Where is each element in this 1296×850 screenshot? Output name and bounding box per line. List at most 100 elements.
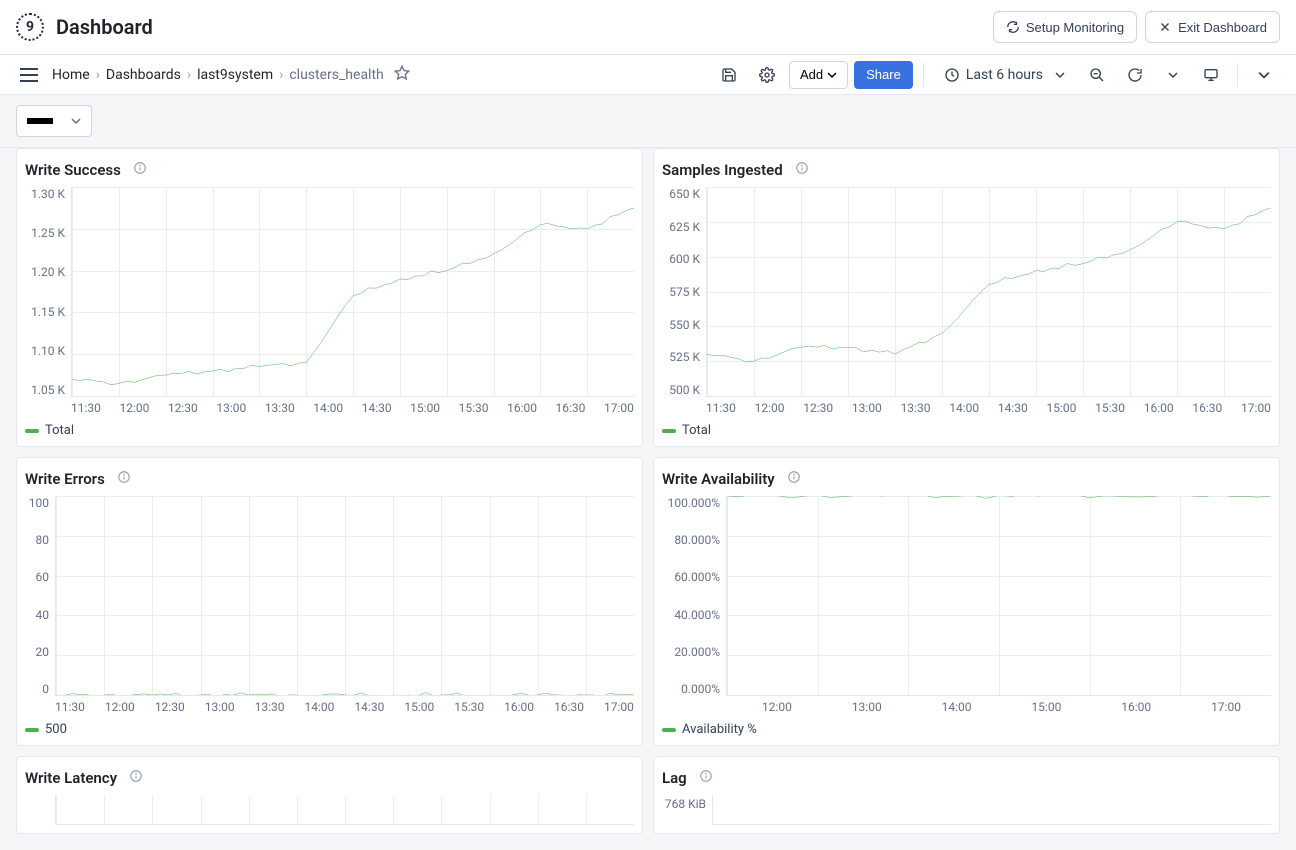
y-tick: 60 <box>25 570 49 584</box>
y-tick: 768 KiB <box>662 797 706 811</box>
panel-title: Lag <box>662 769 687 787</box>
x-tick: 16:00 <box>507 401 537 415</box>
settings-button[interactable] <box>751 59 783 91</box>
chevron-down-icon <box>1055 70 1065 80</box>
x-tick: 15:00 <box>1031 700 1061 714</box>
legend[interactable]: 500 <box>25 722 634 737</box>
panel-header: Write Availability <box>662 466 1271 496</box>
legend[interactable]: Total <box>662 423 1271 438</box>
panel-header: Write Latency <box>25 765 634 795</box>
x-tick: 12:00 <box>755 401 785 415</box>
zoom-out-button[interactable] <box>1081 59 1113 91</box>
hamburger-icon <box>20 68 38 82</box>
plot-area <box>55 496 634 696</box>
setup-monitoring-label: Setup Monitoring <box>1026 20 1124 35</box>
panel-write-errors[interactable]: Write Errors 100 80 60 40 20 0 11:30 12:… <box>16 457 643 746</box>
topbar-left: 9 Dashboard <box>16 13 153 41</box>
gear-icon <box>759 67 775 83</box>
y-axis: 768 KiB <box>662 795 712 825</box>
panel-write-availability[interactable]: Write Availability 100.000% 80.000% 60.0… <box>653 457 1280 746</box>
x-tick: 13:00 <box>216 401 246 415</box>
legend-swatch <box>25 728 39 732</box>
navbar: Home › Dashboards › last9system › cluste… <box>0 55 1296 95</box>
info-icon[interactable] <box>117 470 131 488</box>
chart-write-availability: 100.000% 80.000% 60.000% 40.000% 20.000%… <box>662 496 1271 696</box>
refresh-interval-button[interactable] <box>1157 59 1189 91</box>
info-icon[interactable] <box>795 161 809 179</box>
x-tick: 13:30 <box>265 401 295 415</box>
panel-samples-ingested[interactable]: Samples Ingested 650 K 625 K 600 K 575 K… <box>653 148 1280 447</box>
panel-title: Write Availability <box>662 470 775 488</box>
x-tick: 14:30 <box>362 401 392 415</box>
panel-header: Samples Ingested <box>662 157 1271 187</box>
add-label: Add <box>800 67 823 82</box>
topbar-right: Setup Monitoring Exit Dashboard <box>993 11 1280 43</box>
x-tick: 12:30 <box>155 700 185 714</box>
chart-write-errors: 100 80 60 40 20 0 <box>25 496 634 696</box>
setup-monitoring-button[interactable]: Setup Monitoring <box>993 11 1137 43</box>
legend-label: Total <box>682 423 711 438</box>
panel-lag[interactable]: Lag 768 KiB <box>653 756 1280 834</box>
monitor-icon <box>1203 67 1219 83</box>
x-tick: 14:00 <box>942 700 972 714</box>
y-tick: 40 <box>25 608 49 622</box>
chevron-right-icon: › <box>187 67 191 83</box>
info-icon[interactable] <box>787 470 801 488</box>
variable-selector[interactable] <box>16 105 92 137</box>
zoom-out-icon <box>1089 67 1105 83</box>
y-tick: 80 <box>25 533 49 547</box>
navbar-left: Home › Dashboards › last9system › cluste… <box>16 64 410 86</box>
y-tick: 650 K <box>662 187 700 201</box>
chart-samples-ingested: 650 K 625 K 600 K 575 K 550 K 525 K 500 … <box>662 187 1271 397</box>
y-tick: 20.000% <box>662 645 720 659</box>
x-tick: 15:30 <box>454 700 484 714</box>
x-tick: 13:00 <box>852 700 882 714</box>
panel-grid: Write Success 1.30 K 1.25 K 1.20 K 1.15 … <box>0 148 1296 850</box>
x-axis: 11:30 12:00 12:30 13:00 13:30 14:00 14:3… <box>662 401 1271 415</box>
favorite-star-button[interactable] <box>394 65 410 85</box>
navbar-right: Add Share Last 6 hours <box>713 59 1280 91</box>
view-mode-button[interactable] <box>1195 59 1227 91</box>
info-icon[interactable] <box>699 769 713 787</box>
x-tick: 12:00 <box>105 700 135 714</box>
chevron-down-icon <box>71 116 81 126</box>
menu-toggle[interactable] <box>16 64 42 86</box>
x-tick: 14:00 <box>313 401 343 415</box>
exit-dashboard-button[interactable]: Exit Dashboard <box>1145 11 1280 43</box>
x-tick: 13:00 <box>205 700 235 714</box>
plot-area <box>71 187 634 397</box>
share-button[interactable]: Share <box>854 61 913 89</box>
legend[interactable]: Total <box>25 423 634 438</box>
breadcrumb-home[interactable]: Home <box>52 67 90 83</box>
y-tick: 1.20 K <box>25 265 65 279</box>
x-tick: 15:30 <box>1095 401 1125 415</box>
x-tick: 16:30 <box>554 700 584 714</box>
y-axis: 1.30 K 1.25 K 1.20 K 1.15 K 1.10 K 1.05 … <box>25 187 71 397</box>
breadcrumb-dashboards[interactable]: Dashboards <box>106 67 181 83</box>
info-icon[interactable] <box>133 161 147 179</box>
x-tick: 12:30 <box>168 401 198 415</box>
info-icon[interactable] <box>129 769 143 787</box>
save-button[interactable] <box>713 59 745 91</box>
x-axis: 11:30 12:00 12:30 13:00 13:30 14:00 14:3… <box>25 401 634 415</box>
chevron-right-icon: › <box>96 67 100 83</box>
add-button[interactable]: Add <box>789 61 848 89</box>
refresh-button[interactable] <box>1119 59 1151 91</box>
plot-area <box>712 795 1271 825</box>
y-tick: 600 K <box>662 252 700 266</box>
more-button[interactable] <box>1248 59 1280 91</box>
legend-label: Total <box>45 423 74 438</box>
y-tick: 1.10 K <box>25 344 65 358</box>
y-tick: 1.25 K <box>25 226 65 240</box>
legend[interactable]: Availability % <box>662 722 1271 737</box>
time-range-picker[interactable]: Last 6 hours <box>934 61 1075 89</box>
chevron-down-icon <box>1258 69 1270 81</box>
save-icon <box>721 67 737 83</box>
x-tick: 16:30 <box>556 401 586 415</box>
y-tick: 80.000% <box>662 533 720 547</box>
breadcrumb-folder[interactable]: last9system <box>197 67 273 83</box>
x-tick: 15:00 <box>410 401 440 415</box>
panel-write-latency[interactable]: Write Latency <box>16 756 643 834</box>
y-axis <box>25 795 55 825</box>
panel-write-success[interactable]: Write Success 1.30 K 1.25 K 1.20 K 1.15 … <box>16 148 643 447</box>
